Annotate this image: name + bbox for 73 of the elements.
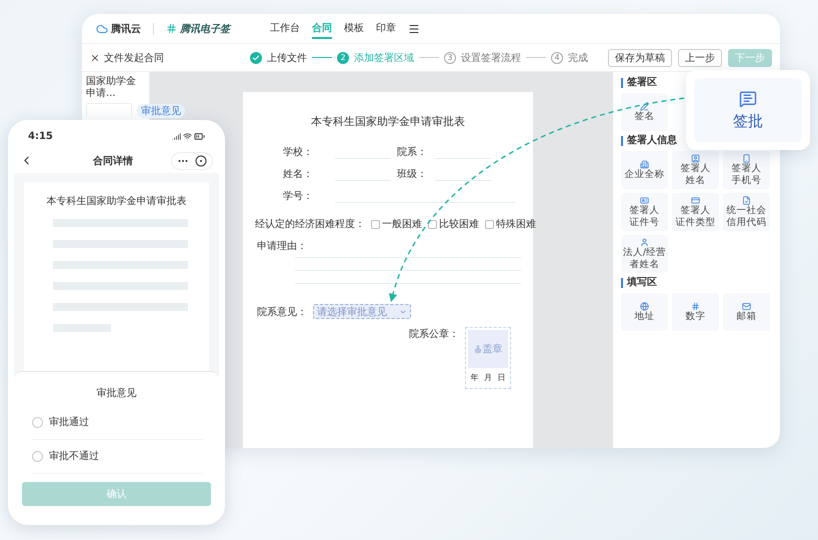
field-label: 申请理由： <box>256 241 307 252</box>
cloud-icon <box>96 22 108 34</box>
step-marker: 3 <box>444 52 456 64</box>
logo-icon <box>166 23 177 34</box>
field-icon <box>742 302 751 311</box>
field-icon <box>691 302 700 311</box>
field-icon <box>742 154 751 163</box>
field-tile[interactable]: 企业全称 <box>621 151 668 189</box>
phone-title: 合同详情 <box>92 154 134 168</box>
toolbar-button[interactable]: 保存为草稿 <box>608 48 672 66</box>
step-label: 上传文件 <box>267 52 307 64</box>
brand-logo: 腾讯云 <box>96 22 141 36</box>
field-tile[interactable]: 地址 <box>621 293 668 331</box>
nav-tab[interactable]: 工作台 <box>270 18 300 38</box>
field-tile[interactable]: 签署人 证件类型 <box>672 193 719 231</box>
step-label: 添加签署区域 <box>354 52 414 64</box>
signal-icon <box>172 132 181 142</box>
field-label: 院系意见： <box>256 306 307 318</box>
field-tile[interactable]: 法人/经营 者姓名 <box>621 235 668 273</box>
step-label: 完成 <box>568 52 588 64</box>
field-label: 院系： <box>397 146 428 159</box>
checkbox[interactable]: 特殊困难 <box>485 217 536 231</box>
step-marker: 4 <box>551 52 563 64</box>
date-label: 日 <box>497 372 506 383</box>
step-label: 设置签署流程 <box>461 52 521 64</box>
stamp-icon <box>474 345 482 353</box>
date-label: 月 <box>484 372 492 383</box>
field-icon <box>742 196 751 205</box>
status-time: 4:15 <box>28 131 53 142</box>
file-name: 国家助学金申请... <box>86 76 137 100</box>
nav-tab[interactable]: 印章 <box>376 18 396 38</box>
page-title: 文件发起合同 <box>104 52 164 64</box>
field-tile[interactable]: 签署人 姓名 <box>672 151 719 189</box>
menu-icon[interactable] <box>408 22 420 34</box>
field-tag: 审批意见 <box>137 104 185 118</box>
toolbar-button[interactable]: 上一步 <box>678 48 722 66</box>
approval-tile[interactable]: 签批 <box>694 78 802 142</box>
section-title: 填写区 <box>621 278 772 288</box>
document-title: 本专科生国家助学金申请审批表 <box>46 194 188 208</box>
sheet-title: 审批意见 <box>96 386 138 400</box>
field-label: 班级： <box>397 168 428 181</box>
radio-option[interactable]: 审批通过 <box>32 406 203 440</box>
field-tile[interactable]: 签署人 证件号 <box>621 193 668 231</box>
seal-placeholder: 盖章 <box>468 330 508 368</box>
field-tile[interactable]: 签署人 手机号 <box>723 151 770 189</box>
step-marker: 2 <box>337 52 349 64</box>
message-icon <box>739 90 757 108</box>
field-label: 学校： <box>282 146 314 159</box>
radio-option[interactable]: 审批不通过 <box>32 440 203 474</box>
field-label: 姓名： <box>282 168 314 181</box>
product-logo: 腾讯电子签 <box>166 22 230 36</box>
date-label: 年 <box>470 372 479 383</box>
checkbox[interactable]: 比较困难 <box>428 217 479 231</box>
field-tile[interactable]: 签名 <box>621 93 668 131</box>
field-icon <box>640 302 649 311</box>
battery-icon <box>194 131 205 142</box>
nav-tab[interactable]: 模板 <box>344 18 364 38</box>
field-icon <box>640 102 649 111</box>
field-label: 经认定的经济困难程度： <box>255 218 365 231</box>
field-tile[interactable]: 数字 <box>672 293 719 331</box>
field-label: 院系公章： <box>409 328 459 341</box>
field-icon <box>691 196 700 205</box>
field-icon <box>640 160 649 169</box>
field-icon <box>640 196 649 205</box>
field-tile[interactable]: 邮箱 <box>723 293 770 331</box>
field-icon <box>691 154 700 163</box>
seal-area[interactable]: 盖章 年 月 日 <box>465 327 511 389</box>
wifi-icon <box>183 132 192 142</box>
document-title: 本专科生国家助学金申请审批表 <box>310 114 466 129</box>
checkbox[interactable]: 一般困难 <box>371 217 422 231</box>
field-label: 学号： <box>282 190 314 203</box>
field-tile[interactable]: 统一社会 信用代码 <box>723 193 770 231</box>
field-icon <box>640 238 649 247</box>
